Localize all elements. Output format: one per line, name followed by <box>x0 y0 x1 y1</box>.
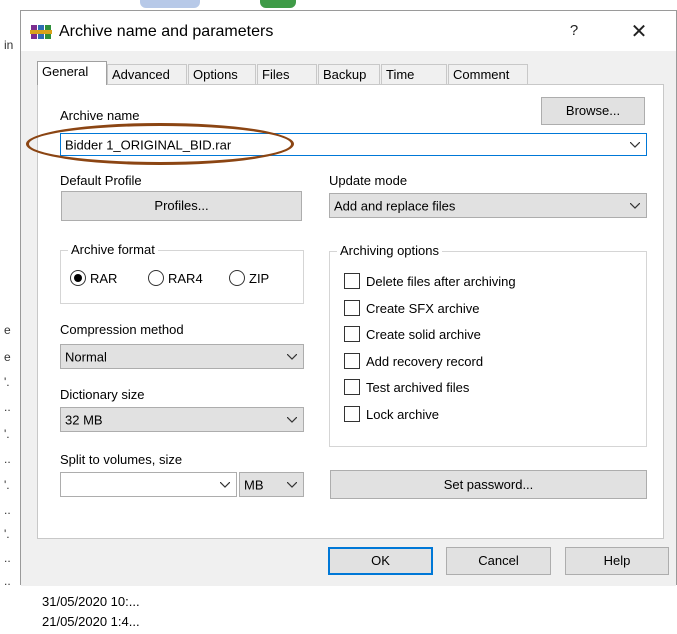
background-text-fragment: .. <box>4 551 11 565</box>
browse-button[interactable]: Browse... <box>541 97 645 125</box>
radio-circle <box>70 270 86 286</box>
tab-general[interactable]: General <box>37 61 107 85</box>
chevron-down-icon[interactable] <box>630 141 640 148</box>
checkbox-label: Add recovery record <box>366 353 484 369</box>
background-text-fragment: '. <box>4 527 10 541</box>
radio-zip[interactable]: ZIP <box>229 270 269 286</box>
radio-rar[interactable]: RAR <box>70 270 117 286</box>
checkbox-label: Delete files after archiving <box>366 273 516 289</box>
background-date-2: 21/05/2020 1:4... <box>42 614 140 629</box>
winrar-icon <box>30 25 52 39</box>
background-text-fragment: .. <box>4 574 11 588</box>
set-password-button[interactable]: Set password... <box>330 470 647 499</box>
radio-rar4-label: RAR4 <box>168 270 203 286</box>
checkbox-box <box>344 300 360 316</box>
checkbox-box <box>344 406 360 422</box>
background-text-fragment: e <box>4 350 11 364</box>
background-text-fragment: '. <box>4 478 10 492</box>
ok-button[interactable]: OK <box>328 547 433 575</box>
help-button[interactable]: Help <box>565 547 669 575</box>
split-volumes-label: Split to volumes, size <box>60 452 183 467</box>
archiving-options-group: Archiving options Delete files after arc… <box>329 243 647 447</box>
cancel-button[interactable]: Cancel <box>446 547 551 575</box>
radio-zip-label: ZIP <box>249 270 270 286</box>
dictionary-size-value: 32 MB <box>65 412 103 427</box>
checkbox-create-sfx[interactable]: Create SFX archive <box>344 300 479 316</box>
chevron-down-icon[interactable] <box>287 481 297 488</box>
update-mode-label: Update mode <box>329 173 408 188</box>
background-icon-blue <box>140 0 200 8</box>
background-icon-green <box>260 0 296 8</box>
tab-time[interactable]: Time <box>381 64 447 84</box>
checkbox-lock-archive[interactable]: Lock archive <box>344 406 439 422</box>
default-profile-label: Default Profile <box>60 173 142 188</box>
compression-method-select[interactable]: Normal <box>60 344 304 369</box>
checkbox-test-files[interactable]: Test archived files <box>344 379 469 395</box>
chevron-down-icon[interactable] <box>287 416 297 423</box>
tab-backup[interactable]: Backup <box>318 64 380 84</box>
tab-comment[interactable]: Comment <box>448 64 528 84</box>
checkbox-label: Lock archive <box>366 406 439 422</box>
background-text-fragment: .. <box>4 452 11 466</box>
close-button[interactable]: ✕ <box>619 19 659 45</box>
archive-name-label: Archive name <box>60 108 140 123</box>
radio-circle <box>229 270 245 286</box>
tab-files[interactable]: Files <box>257 64 317 84</box>
chevron-down-icon[interactable] <box>630 202 640 209</box>
background-text-fragment: .. <box>4 503 11 517</box>
background-date-1: 31/05/2020 10:... <box>42 594 140 609</box>
update-mode-select[interactable]: Add and replace files <box>329 193 647 218</box>
chevron-down-icon[interactable] <box>220 481 230 488</box>
background-window-left: in e e '. .. '. .. '. .. '. .. .. <box>0 0 20 590</box>
dictionary-size-select[interactable]: 32 MB <box>60 407 304 432</box>
general-panel: Archive name Browse... Bidder 1_ORIGINAL… <box>37 84 664 539</box>
tab-advanced[interactable]: Advanced <box>107 64 187 84</box>
background-text-fragment: '. <box>4 375 10 389</box>
chevron-down-icon[interactable] <box>287 353 297 360</box>
compression-method-label: Compression method <box>60 322 184 337</box>
title-bar: Archive name and parameters ? ✕ <box>21 11 676 51</box>
help-title-button[interactable]: ? <box>559 22 589 42</box>
update-mode-value: Add and replace files <box>334 198 456 213</box>
background-text-fragment: '. <box>4 427 10 441</box>
checkbox-box <box>344 273 360 289</box>
split-volumes-input[interactable] <box>60 472 237 497</box>
checkbox-label: Test archived files <box>366 379 470 395</box>
checkbox-box <box>344 379 360 395</box>
archive-name-input[interactable]: Bidder 1_ORIGINAL_BID.rar <box>60 133 647 156</box>
profiles-button[interactable]: Profiles... <box>61 191 302 221</box>
checkbox-delete-files[interactable]: Delete files after archiving <box>344 273 516 289</box>
archive-format-group: Archive format RAR RAR4 ZIP <box>60 242 304 304</box>
radio-circle <box>148 270 164 286</box>
background-text-fragment: e <box>4 323 11 337</box>
split-unit-select[interactable]: MB <box>239 472 304 497</box>
split-unit-value: MB <box>244 477 264 492</box>
window-title: Archive name and parameters <box>59 23 274 40</box>
radio-rar-label: RAR <box>90 270 118 286</box>
compression-method-value: Normal <box>65 349 107 364</box>
tab-options[interactable]: Options <box>188 64 256 84</box>
checkbox-label: Create solid archive <box>366 326 481 342</box>
background-text-fragment: in <box>4 38 14 52</box>
checkbox-create-solid[interactable]: Create solid archive <box>344 326 481 342</box>
archiving-options-label: Archiving options <box>337 243 442 258</box>
background-text-fragment: .. <box>4 400 11 414</box>
archive-name-value: Bidder 1_ORIGINAL_BID.rar <box>65 137 232 152</box>
checkbox-box <box>344 353 360 369</box>
dialog-footer: OK Cancel Help <box>21 539 676 586</box>
radio-rar4[interactable]: RAR4 <box>148 270 203 286</box>
dictionary-size-label: Dictionary size <box>60 387 145 402</box>
archive-format-label: Archive format <box>68 242 158 257</box>
checkbox-recovery-record[interactable]: Add recovery record <box>344 353 483 369</box>
checkbox-box <box>344 326 360 342</box>
checkbox-label: Create SFX archive <box>366 300 480 316</box>
archive-dialog: Archive name and parameters ? ✕ General … <box>20 10 677 586</box>
